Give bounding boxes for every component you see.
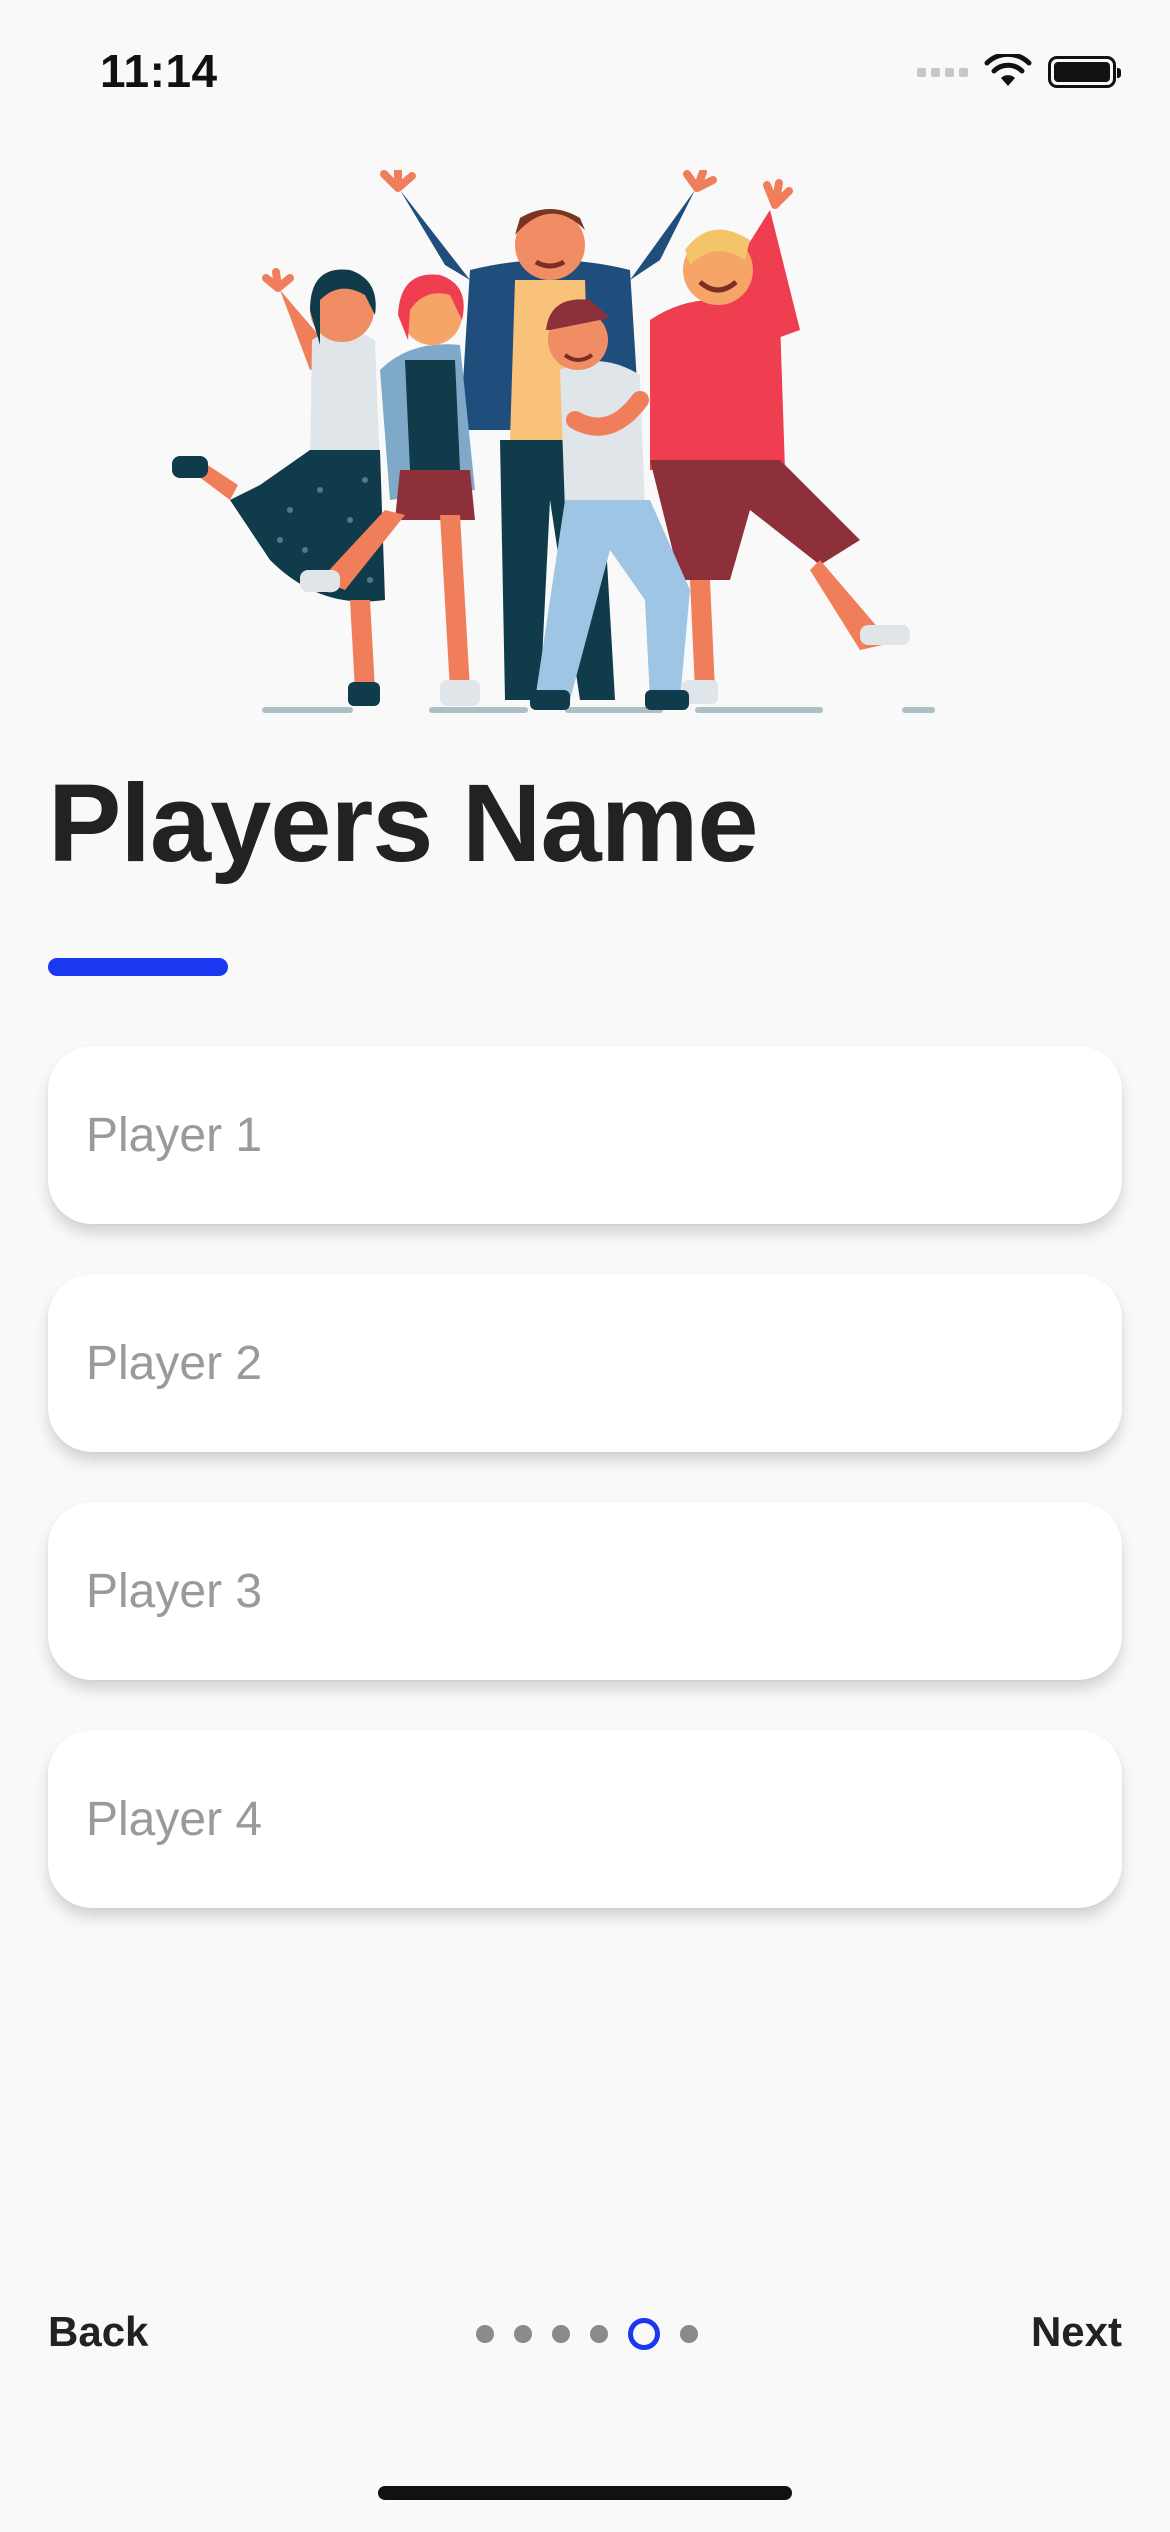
page-indicator bbox=[476, 2318, 698, 2350]
status-icons bbox=[917, 54, 1121, 90]
player-1-input[interactable] bbox=[48, 1046, 1122, 1224]
page-dot-2[interactable] bbox=[514, 2325, 532, 2343]
cellular-signal-icon bbox=[917, 67, 968, 77]
player-1-field-card bbox=[48, 1046, 1122, 1224]
player-3-field-card bbox=[48, 1502, 1122, 1680]
player-4-input[interactable] bbox=[48, 1730, 1122, 1908]
page-dot-4[interactable] bbox=[590, 2325, 608, 2343]
player-2-input[interactable] bbox=[48, 1274, 1122, 1452]
person-red-hoodie bbox=[650, 179, 910, 704]
onboarding-navigation: Back Next bbox=[0, 2300, 1170, 2370]
player-3-input[interactable] bbox=[48, 1502, 1122, 1680]
home-indicator[interactable] bbox=[378, 2486, 792, 2500]
group-illustration bbox=[172, 170, 935, 713]
page-dot-1[interactable] bbox=[476, 2325, 494, 2343]
back-button[interactable]: Back bbox=[48, 2308, 148, 2356]
player-4-field-card bbox=[48, 1730, 1122, 1908]
page-title: Players Name bbox=[48, 762, 759, 885]
battery-icon bbox=[1048, 56, 1121, 88]
title-accent-underline bbox=[48, 958, 228, 976]
player-2-field-card bbox=[48, 1274, 1122, 1452]
next-button[interactable]: Next bbox=[1031, 2308, 1122, 2356]
status-time: 11:14 bbox=[100, 45, 218, 97]
page-dot-3[interactable] bbox=[552, 2325, 570, 2343]
page-dot-5-current[interactable] bbox=[628, 2318, 660, 2350]
wifi-icon bbox=[984, 54, 1032, 86]
page-dot-6[interactable] bbox=[680, 2325, 698, 2343]
person-polka-dress bbox=[172, 268, 385, 706]
player-name-form bbox=[48, 1046, 1122, 1958]
